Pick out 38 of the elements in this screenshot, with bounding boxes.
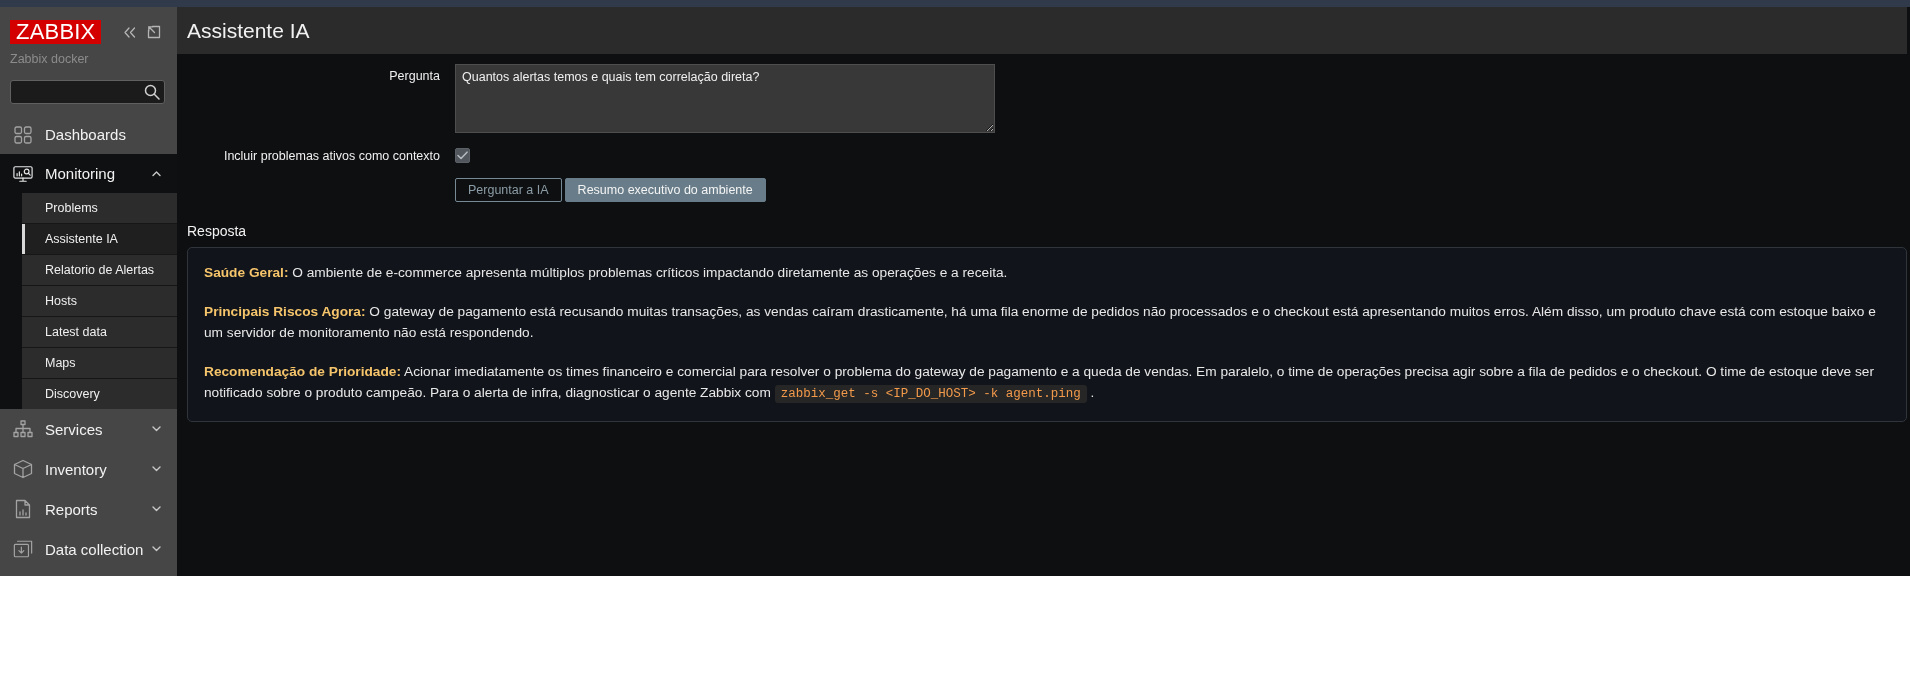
sidebar-menu-item[interactable]: Services [0, 409, 177, 449]
ask-button[interactable]: Perguntar a IA [455, 178, 562, 202]
submenu-item[interactable]: Hosts [22, 286, 177, 317]
sidebar-menu-item[interactable]: Data collection [0, 529, 177, 569]
page-title: Assistente IA [187, 18, 310, 43]
cube-icon [13, 459, 33, 479]
code-snippet: zabbix_get -s <IP_DO_HOST> -k agent.ping [774, 385, 1087, 403]
submenu-item[interactable]: Latest data [22, 317, 177, 348]
tray-arrow-icon [13, 539, 33, 559]
sidebar-menu-item[interactable]: Inventory [0, 449, 177, 489]
search-icon[interactable] [144, 84, 160, 100]
response-paragraph: Principais Riscos Agora: O gateway de pagamento está recusando muitas transações, as vendas caíram drasticamente, há uma fila enorme de pedidos não processados e o checkout está apresentando muitos erros. Além disso, um produto chave está com estoque baixo e um servidor de monitoramento não está respondendo. [204, 303, 1877, 342]
question-field[interactable]: Quantos alertas temos e quais tem correlação direta? [455, 64, 995, 133]
response-paragraph: Recomendação de Prioridade: Acionar imediatamente os times financeiro e comercial para resolver o problema do gateway de pagamento e a queda de vendas. Em paralelo, o time de operações precisa agir sobre a fila de pedidos e o checkout. O time de estoque deve ser notificado sobre o produto campeão. Para o alerta de infra, diagnosticar o agente Zabbix com zabbix_get -s <IP_DO_HOST> -k agent.ping . [204, 363, 1876, 405]
checkmark-icon [457, 151, 468, 160]
sidebar-menu-item[interactable]: Monitoring [0, 154, 177, 193]
summary-button[interactable]: Resumo executivo do ambiente [564, 178, 766, 202]
section-heading: Resposta [187, 223, 248, 239]
submenu-item[interactable]: Problems [22, 193, 177, 224]
submenu-item[interactable]: Maps [22, 348, 177, 379]
submenu-item[interactable]: Assistente IA [22, 224, 177, 255]
search-field[interactable] [10, 80, 165, 104]
document-chart-icon [13, 499, 33, 519]
sidebar-menu-item[interactable]: Reports [0, 489, 177, 529]
double-chevron-left-icon[interactable] [123, 26, 137, 38]
checkbox[interactable] [455, 148, 470, 163]
submenu-item[interactable]: Discovery [22, 379, 177, 409]
logo: ZABBIX [10, 20, 102, 44]
sidebar-menu-item[interactable]: Dashboards [0, 115, 177, 154]
form-label: Pergunta [389, 68, 440, 83]
hierarchy-icon [13, 420, 33, 438]
monitor-chart-icon [13, 164, 33, 183]
server-name: Zabbix docker [10, 52, 90, 67]
grid-icon [13, 125, 33, 144]
response-paragraph: Saúde Geral: O ambiente de e-commerce apresenta múltiplos problemas críticos impactando diretamente as operações e a receita. [204, 264, 1009, 282]
square-arrow-icon[interactable] [147, 25, 162, 39]
submenu-item[interactable]: Relatorio de Alertas [22, 255, 177, 286]
form-label: Incluir problemas ativos como contexto [223, 148, 440, 163]
